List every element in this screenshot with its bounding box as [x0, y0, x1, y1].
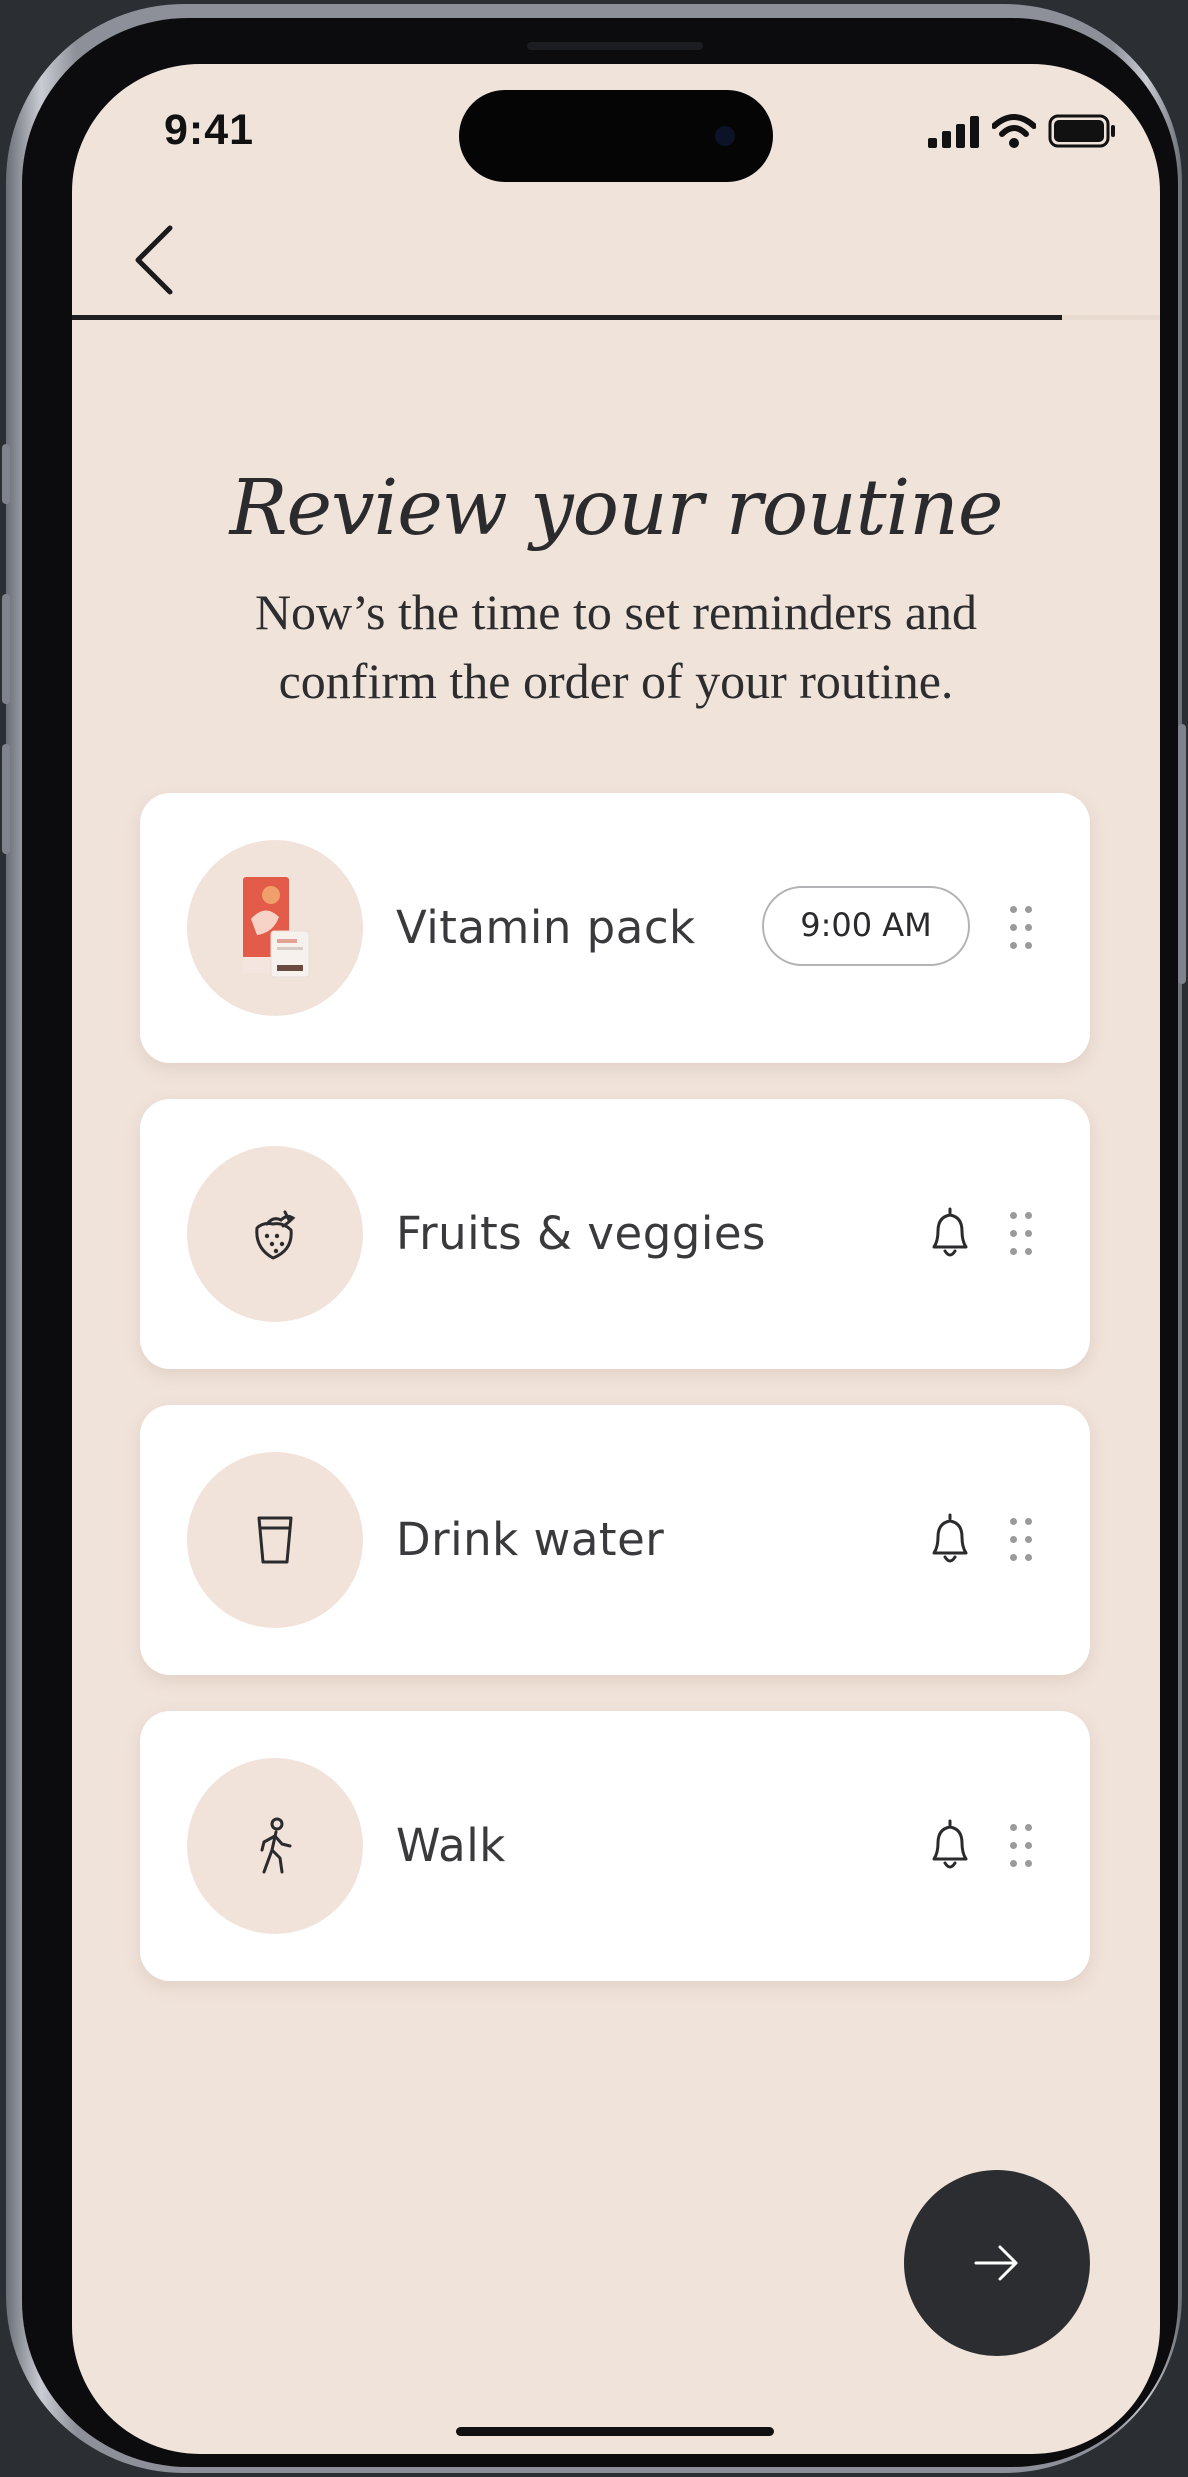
cellular-signal-icon: [928, 116, 979, 148]
item-icon-circle: [187, 1452, 363, 1628]
front-camera: [715, 126, 735, 146]
strawberry-icon: [255, 1210, 296, 1260]
earpiece-speaker: [527, 42, 703, 50]
side-button: [2, 444, 10, 504]
routine-item-fruits-veggies[interactable]: Fruits & veggies: [140, 1099, 1090, 1369]
volume-down-button: [2, 744, 10, 854]
status-bar-icons: [928, 114, 1116, 148]
chevron-left-icon: [135, 225, 173, 295]
drag-handle-icon[interactable]: [1010, 906, 1034, 950]
progress-bar: [72, 315, 1160, 320]
dynamic-island: [459, 90, 773, 182]
drag-handle-icon[interactable]: [1010, 1824, 1034, 1868]
bell-icon[interactable]: [926, 1511, 974, 1567]
page-title: Review your routine: [229, 464, 1004, 553]
drag-handle-icon[interactable]: [1010, 1518, 1034, 1562]
power-button: [1178, 724, 1186, 984]
back-button[interactable]: [126, 220, 186, 300]
reminder-time-button[interactable]: 9:00 AM: [762, 886, 970, 966]
item-label: Walk: [396, 1819, 506, 1872]
vitamin-pack-image: [243, 877, 310, 978]
volume-up-button: [2, 594, 10, 704]
glass-icon: [257, 1516, 293, 1564]
arrow-right-icon: [974, 2245, 1018, 2281]
item-label: Drink water: [396, 1513, 665, 1566]
bell-icon[interactable]: [926, 1817, 974, 1873]
next-button[interactable]: [904, 2170, 1090, 2356]
phone-frame: 9:41 Review your routine Now’s the time …: [2, 4, 1186, 2473]
routine-item-drink-water[interactable]: Drink water: [140, 1405, 1090, 1675]
phone-bezel: 9:41 Review your routine Now’s the time …: [22, 18, 1178, 2467]
bell-icon[interactable]: [926, 1205, 974, 1261]
item-label: Fruits & veggies: [396, 1207, 766, 1260]
walking-person-icon: [260, 1817, 292, 1874]
routine-item-walk[interactable]: Walk: [140, 1711, 1090, 1981]
app-screen: 9:41 Review your routine Now’s the time …: [72, 64, 1160, 2454]
progress-bar-fill: [72, 315, 1063, 320]
battery-icon: [1048, 114, 1115, 148]
wifi-icon: [992, 114, 1036, 148]
home-indicator[interactable]: [456, 2427, 774, 2436]
status-bar-time: 9:41: [164, 106, 255, 154]
item-label: Vitamin pack: [396, 901, 696, 954]
page-subtitle: Now’s the time to set reminders and conf…: [254, 584, 978, 709]
item-icon-circle: [187, 1146, 363, 1322]
routine-item-vitamin-pack[interactable]: Vitamin pack 9:00 AM: [140, 793, 1090, 1063]
drag-handle-icon[interactable]: [1010, 1212, 1034, 1256]
item-icon-circle: [187, 840, 363, 1016]
item-icon-circle: [187, 1758, 363, 1934]
